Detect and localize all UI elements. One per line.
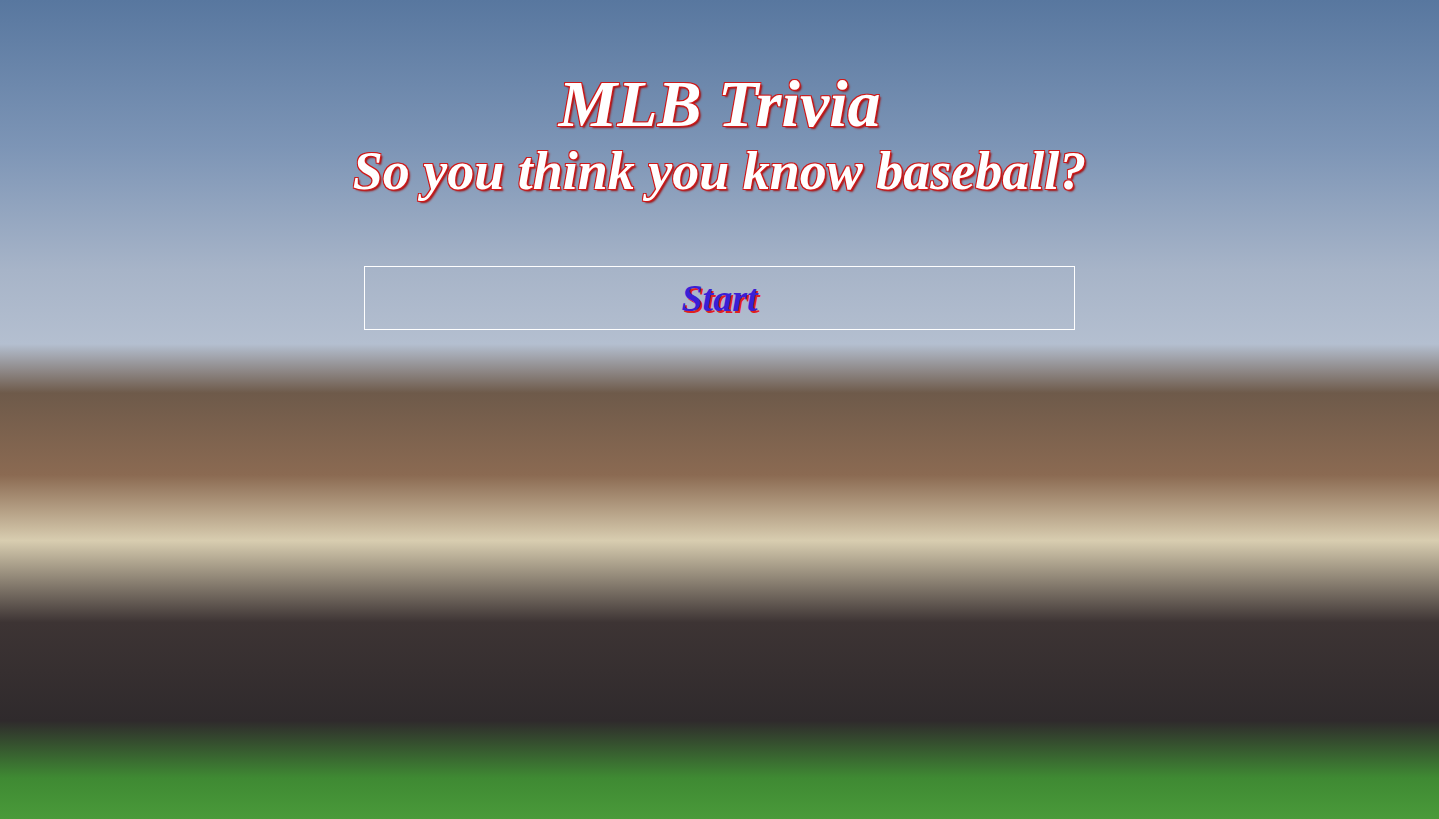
- start-button[interactable]: Start: [364, 266, 1075, 330]
- intro-panel: MLB TriviaSo you think you know baseball…: [0, 0, 1439, 330]
- start-label: Start: [681, 276, 757, 320]
- start-screen: MLB TriviaSo you think you know baseball…: [0, 0, 1439, 819]
- title: MLB Trivia: [558, 64, 880, 143]
- subtitle: So you think you know baseball?: [353, 139, 1087, 204]
